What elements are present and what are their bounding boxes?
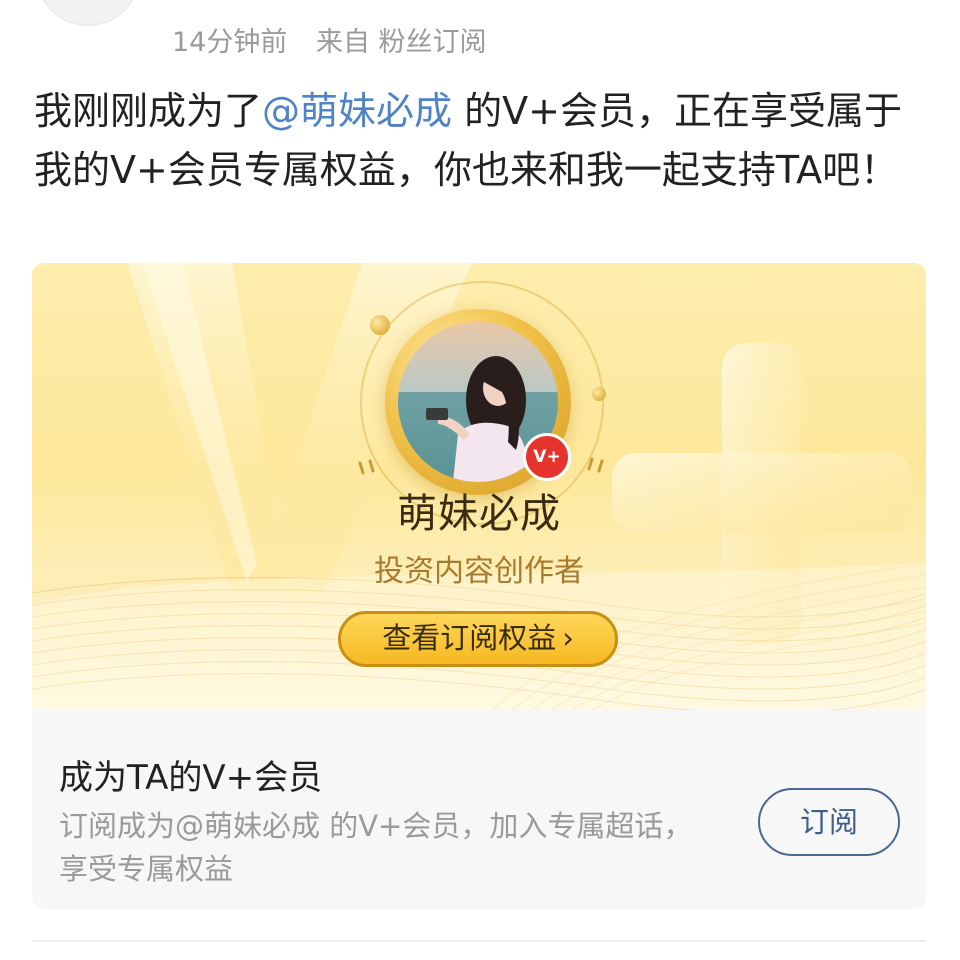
post-time: 14分钟前 bbox=[172, 27, 288, 58]
post-meta: 14分钟前 来自 粉丝订阅 bbox=[172, 20, 487, 59]
creator-role: 投资内容创作者 bbox=[374, 554, 584, 589]
gold-orb bbox=[592, 387, 606, 401]
post-text: 我刚刚成为了@萌妹必成 的V+会员，正在享受属于我的V+会员专属权益，你也来和我… bbox=[34, 82, 914, 200]
view-benefits-label: 查看订阅权益 bbox=[382, 621, 557, 655]
mention-link[interactable]: @萌妹必成 bbox=[262, 89, 452, 133]
subscribe-button[interactable]: 订阅 bbox=[758, 788, 900, 856]
v-plus-badge-icon: V+ bbox=[523, 433, 571, 481]
creator-name[interactable]: 萌妹必成 bbox=[32, 481, 926, 539]
membership-description: 订阅成为@萌妹必成 的V+会员，加入专属超话，享受专属权益 bbox=[59, 809, 693, 886]
divider bbox=[32, 940, 926, 942]
vplus-card[interactable]: V+ 萌妹必成 投资内容创作者 查看订阅权益 › 成为TA的V+会员 订阅成为@萌… bbox=[32, 263, 926, 909]
post-source: 来自 粉丝订阅 bbox=[315, 27, 487, 58]
membership-info: 成为TA的V+会员 订阅成为@萌妹必成 的V+会员，加入专属超话，享受专属权益 … bbox=[32, 710, 926, 909]
gold-orb bbox=[370, 315, 390, 335]
chevron-right-icon: › bbox=[562, 621, 574, 655]
vplus-banner[interactable]: V+ 萌妹必成 投资内容创作者 查看订阅权益 › bbox=[32, 263, 926, 710]
post-text-before: 我刚刚成为了 bbox=[34, 89, 263, 133]
view-benefits-button[interactable]: 查看订阅权益 › bbox=[338, 611, 618, 667]
poster-avatar[interactable] bbox=[36, 0, 140, 26]
membership-title: 成为TA的V+会员 bbox=[59, 758, 323, 798]
